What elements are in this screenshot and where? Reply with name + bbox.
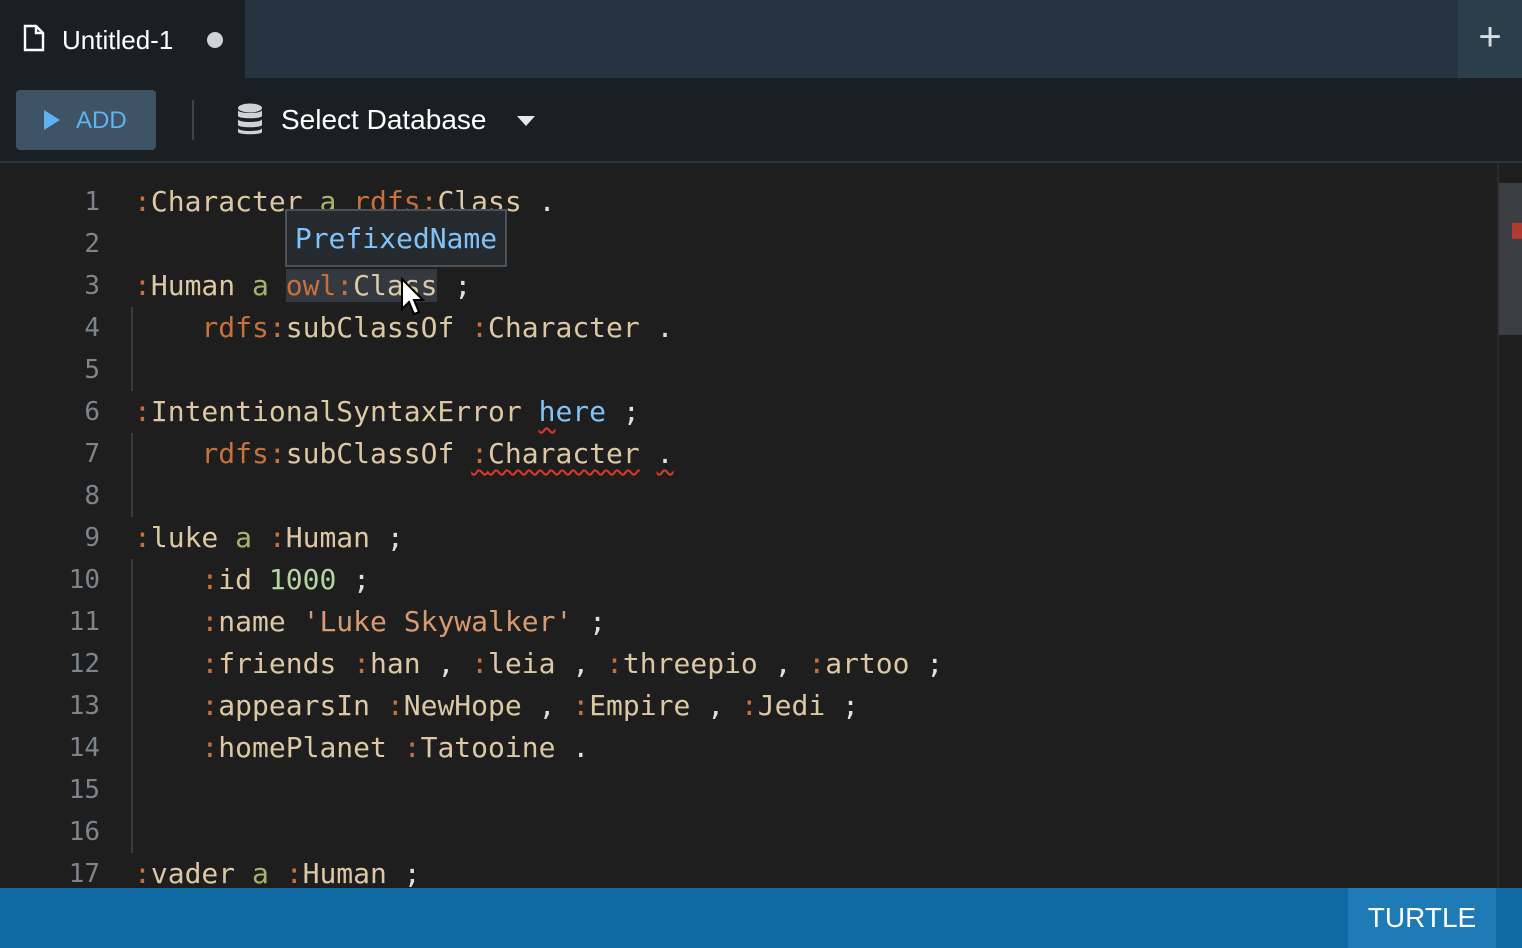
unsaved-dot-icon[interactable] [207, 32, 223, 48]
indent-guide [131, 307, 133, 391]
chevron-down-icon[interactable] [517, 116, 535, 126]
line-number: 9 [84, 523, 100, 553]
line-number: 17 [68, 859, 100, 888]
database-icon[interactable] [236, 103, 264, 137]
new-tab-button[interactable]: + [1458, 0, 1522, 78]
hover-tooltip: PrefixedName [285, 209, 507, 267]
line-number: 13 [68, 691, 100, 721]
language-mode-button[interactable]: TURTLE [1348, 888, 1496, 948]
play-icon [44, 110, 60, 130]
line-number: 6 [84, 397, 100, 427]
code-line: :homePlanet :Tatooine . [201, 731, 590, 764]
scrollbar-thumb[interactable] [1499, 183, 1522, 335]
line-number: 1 [84, 187, 100, 217]
line-number: 16 [68, 817, 100, 847]
code-line: :appearsIn :NewHope , :Empire , :Jedi ; [201, 689, 859, 722]
tab-untitled[interactable]: Untitled-1 [0, 0, 245, 78]
toolbar: ADD Select Database [0, 78, 1522, 163]
line-number: 5 [84, 355, 100, 385]
line-number: 3 [84, 271, 100, 301]
add-button-label: ADD [76, 107, 127, 134]
line-number: 12 [68, 649, 100, 679]
code-line: :id 1000 ; [201, 563, 371, 596]
line-number: 11 [68, 607, 100, 637]
line-number: 4 [84, 313, 100, 343]
line-number: 8 [84, 481, 100, 511]
tab-title: Untitled-1 [62, 25, 174, 55]
add-button[interactable]: ADD [16, 90, 156, 150]
code-editor[interactable]: 1 2 3 4 5 6 7 8 9 10 11 12 13 14 15 16 1… [0, 163, 1522, 888]
code-line: :luke a :Human ; [134, 521, 404, 554]
tab-bar: Untitled-1 + [0, 0, 1522, 78]
line-number: 2 [84, 229, 100, 259]
toolbar-divider [192, 100, 194, 140]
code-line: rdfs:subClassOf :Character . [201, 437, 674, 470]
code-line: :name 'Luke Skywalker' ; [201, 605, 607, 638]
line-number: 10 [68, 565, 100, 595]
select-database-dropdown[interactable]: Select Database [281, 103, 486, 137]
mouse-pointer-icon [401, 277, 426, 316]
indent-guide [131, 559, 133, 853]
file-icon [23, 24, 45, 52]
status-bar: TURTLE [0, 888, 1522, 948]
code-line: :friends :han , :leia , :threepio , :art… [201, 647, 944, 680]
line-number: 7 [84, 439, 100, 469]
code-line: :vader a :Human ; [134, 857, 421, 888]
line-number: 14 [68, 733, 100, 763]
indent-guide [131, 433, 133, 517]
code-line: :IntentionalSyntaxError here ; [134, 395, 640, 428]
line-number: 15 [68, 775, 100, 805]
error-marker [1512, 223, 1522, 239]
